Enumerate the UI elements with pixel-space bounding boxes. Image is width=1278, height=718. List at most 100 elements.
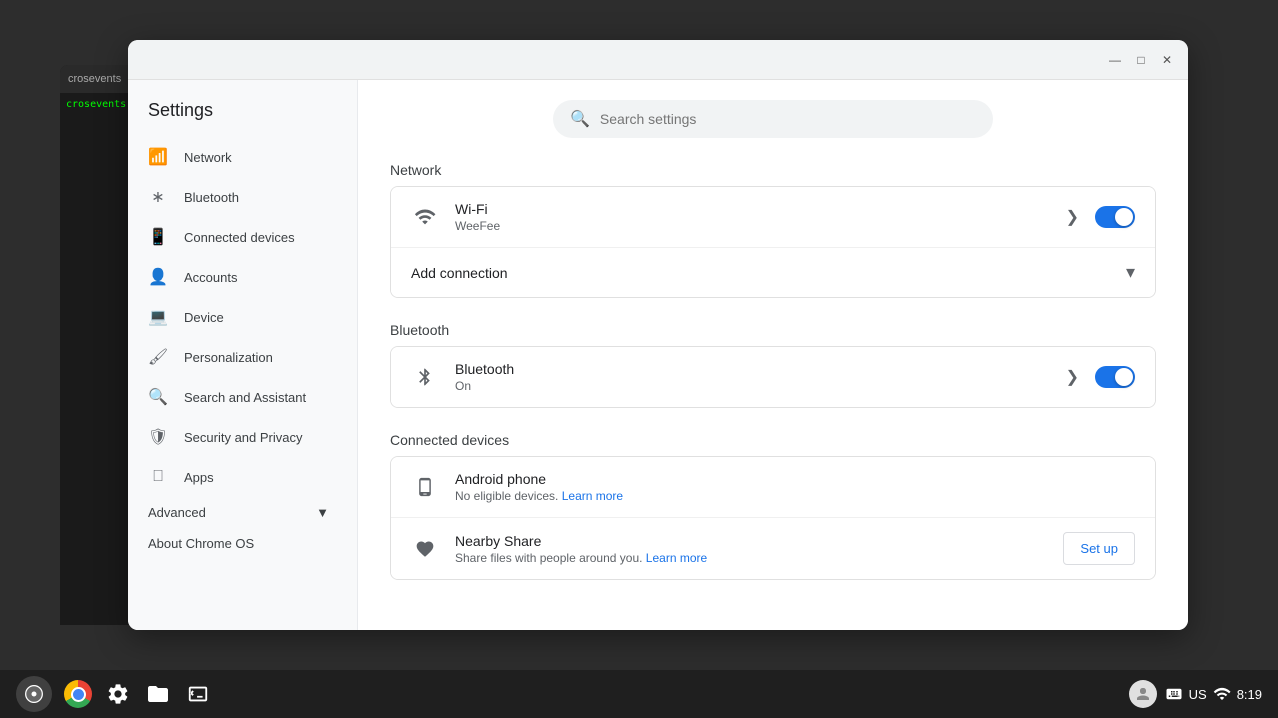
- sidebar-item-device[interactable]: 💻 Device: [128, 297, 349, 337]
- sidebar-item-network[interactable]: 📶 Network: [128, 137, 349, 177]
- sidebar-item-about[interactable]: About Chrome OS: [128, 528, 349, 559]
- nearby-share-learn-more-link[interactable]: Learn more: [646, 551, 707, 565]
- taskbar: US 8:19: [0, 670, 1278, 718]
- sidebar: Settings 📶 Network ∗ Bluetooth 📱 Connect…: [128, 80, 358, 630]
- sidebar-label-network: Network: [184, 150, 232, 165]
- sidebar-label-bluetooth: Bluetooth: [184, 190, 239, 205]
- sidebar-label-accounts: Accounts: [184, 270, 237, 285]
- launcher-button[interactable]: [16, 676, 52, 712]
- bluetooth-icon: ∗: [148, 187, 168, 207]
- android-phone-row[interactable]: Android phone No eligible devices. Learn…: [391, 457, 1155, 518]
- status-area[interactable]: US 8:19: [1165, 685, 1262, 703]
- settings-icon-taskbar[interactable]: [100, 676, 136, 712]
- connected-devices-section-header: Connected devices: [390, 432, 1156, 448]
- close-button[interactable]: ✕: [1158, 51, 1176, 69]
- bluetooth-toggle-knob: [1115, 368, 1133, 386]
- sidebar-item-security-privacy[interactable]: 🛡 Security and Privacy: [128, 417, 349, 457]
- bluetooth-toggle[interactable]: [1095, 366, 1135, 388]
- sidebar-item-connected-devices[interactable]: 📱 Connected devices: [128, 217, 349, 257]
- sidebar-label-connected-devices: Connected devices: [184, 230, 295, 245]
- user-avatar[interactable]: [1129, 680, 1157, 708]
- nearby-share-title: Nearby Share: [455, 533, 1047, 549]
- add-connection-row[interactable]: Add connection ▾: [391, 248, 1155, 297]
- sidebar-item-bluetooth[interactable]: ∗ Bluetooth: [128, 177, 349, 217]
- bluetooth-card-icon: [411, 363, 439, 391]
- sidebar-label-personalization: Personalization: [184, 350, 273, 365]
- wifi-card-icon: [411, 203, 439, 231]
- phone-icon: 📱: [148, 227, 168, 247]
- bluetooth-card: Bluetooth On ❯: [390, 346, 1156, 408]
- advanced-chevron-icon: ▼: [316, 505, 329, 520]
- window-titlebar: — □ ✕: [128, 40, 1188, 80]
- sidebar-label-search-assistant: Search and Assistant: [184, 390, 306, 405]
- search-input[interactable]: [600, 111, 976, 127]
- sidebar-label-apps: Apps: [184, 470, 214, 485]
- keyboard-icon: [1165, 685, 1183, 703]
- sidebar-label-device: Device: [184, 310, 224, 325]
- nearby-share-setup-button[interactable]: Set up: [1063, 532, 1135, 565]
- chrome-icon-taskbar[interactable]: [60, 676, 96, 712]
- main-content: 🔍 Network Wi-Fi WeeFee: [358, 80, 1188, 630]
- sidebar-item-apps[interactable]: ⎕ Apps: [128, 457, 349, 497]
- paint-icon: 🖌: [148, 347, 168, 367]
- sidebar-item-search-assistant[interactable]: 🔍 Search and Assistant: [128, 377, 349, 417]
- search-bar-container: 🔍: [390, 100, 1156, 138]
- terminal-title: crosevents: [68, 73, 121, 85]
- network-section-header: Network: [390, 162, 1156, 178]
- network-card: Wi-Fi WeeFee ❯ Add connection ▾: [390, 186, 1156, 298]
- sidebar-item-personalization[interactable]: 🖌 Personalization: [128, 337, 349, 377]
- time-display: 8:19: [1237, 687, 1262, 702]
- settings-window: — □ ✕ Settings 📶 Network ∗ Bluetooth 📱 C…: [128, 40, 1188, 630]
- bluetooth-row[interactable]: Bluetooth On ❯: [391, 347, 1155, 407]
- android-phone-icon: [411, 473, 439, 501]
- taskbar-left: [16, 676, 216, 712]
- taskbar-right: US 8:19: [1129, 680, 1262, 708]
- bluetooth-card-text: Bluetooth On: [455, 361, 1050, 393]
- connected-devices-card: Android phone No eligible devices. Learn…: [390, 456, 1156, 580]
- wifi-card-text: Wi-Fi WeeFee: [455, 201, 1050, 233]
- terminal-body-text: crosevents: [66, 99, 126, 110]
- wifi-toggle-knob: [1115, 208, 1133, 226]
- nearby-share-icon: [411, 535, 439, 563]
- network-region-label: US: [1189, 687, 1207, 702]
- nearby-share-text: Nearby Share Share files with people aro…: [455, 533, 1047, 565]
- settings-title: Settings: [128, 92, 357, 137]
- laptop-icon: 💻: [148, 307, 168, 327]
- search-magnifier-icon: 🔍: [570, 109, 590, 129]
- bluetooth-title: Bluetooth: [455, 361, 1050, 377]
- add-connection-label: Add connection: [411, 265, 508, 281]
- android-phone-title: Android phone: [455, 471, 1135, 487]
- terminal-icon-taskbar[interactable]: [180, 676, 216, 712]
- about-label: About Chrome OS: [148, 536, 254, 551]
- sidebar-label-security-privacy: Security and Privacy: [184, 430, 303, 445]
- bluetooth-section-header: Bluetooth: [390, 322, 1156, 338]
- maximize-button[interactable]: □: [1132, 51, 1150, 69]
- android-phone-subtitle: No eligible devices. Learn more: [455, 489, 1135, 503]
- person-icon: 👤: [148, 267, 168, 287]
- wifi-subtitle: WeeFee: [455, 219, 1050, 233]
- advanced-label: Advanced: [148, 505, 206, 520]
- files-icon-taskbar[interactable]: [140, 676, 176, 712]
- wifi-arrow-icon: ❯: [1066, 207, 1079, 227]
- search-icon: 🔍: [148, 387, 168, 407]
- add-connection-chevron-icon: ▾: [1126, 262, 1135, 283]
- shield-icon: 🛡: [148, 427, 168, 447]
- nearby-share-row[interactable]: Nearby Share Share files with people aro…: [391, 518, 1155, 579]
- search-bar: 🔍: [553, 100, 993, 138]
- apps-icon: ⎕: [148, 467, 168, 487]
- bluetooth-subtitle: On: [455, 379, 1050, 393]
- bluetooth-arrow-icon: ❯: [1066, 367, 1079, 387]
- content-area: Settings 📶 Network ∗ Bluetooth 📱 Connect…: [128, 80, 1188, 630]
- wifi-icon: 📶: [148, 147, 168, 167]
- nearby-share-subtitle: Share files with people around you. Lear…: [455, 551, 1047, 565]
- sidebar-item-advanced[interactable]: Advanced ▼: [128, 497, 349, 528]
- chrome-logo: [64, 680, 92, 708]
- minimize-button[interactable]: —: [1106, 51, 1124, 69]
- android-phone-learn-more-link[interactable]: Learn more: [562, 489, 623, 503]
- taskbar-wifi-icon: [1213, 685, 1231, 703]
- wifi-toggle[interactable]: [1095, 206, 1135, 228]
- sidebar-item-accounts[interactable]: 👤 Accounts: [128, 257, 349, 297]
- wifi-title: Wi-Fi: [455, 201, 1050, 217]
- wifi-row[interactable]: Wi-Fi WeeFee ❯: [391, 187, 1155, 248]
- android-phone-text: Android phone No eligible devices. Learn…: [455, 471, 1135, 503]
